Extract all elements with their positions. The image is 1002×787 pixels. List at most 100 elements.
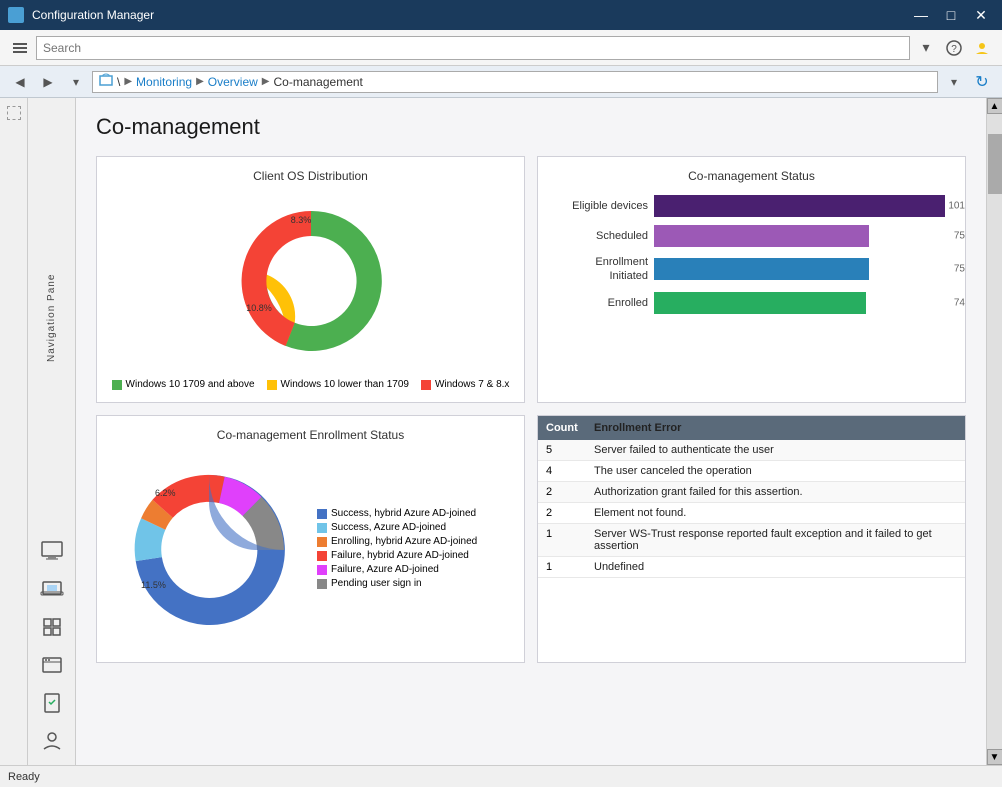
bar-wrap-enrolled: 74 xyxy=(654,292,945,314)
nav-icon-software[interactable] xyxy=(34,649,70,681)
client-os-legend: Windows 10 1709 and above Windows 10 low… xyxy=(112,379,510,390)
sidebar-collapse-panel xyxy=(0,98,28,765)
scroll-down-button[interactable]: ▼ xyxy=(987,749,1002,765)
user-icon[interactable] xyxy=(970,36,994,60)
main-container: Navigation Pane Co-management Client OS … xyxy=(0,98,1002,765)
breadcrumb-icon xyxy=(99,73,113,90)
menu-button[interactable] xyxy=(8,36,32,60)
header-count: Count xyxy=(546,422,586,434)
enrollment-svg: 74.0% 11.5% 6.2% xyxy=(109,450,309,650)
nav-icon-devices[interactable] xyxy=(34,573,70,605)
top-charts-grid: Client OS Distribution xyxy=(96,156,966,403)
refresh-button[interactable]: ↻ xyxy=(970,70,994,94)
forward-button[interactable]: ▶ xyxy=(36,70,60,94)
breadcrumb-overview[interactable]: Overview xyxy=(208,75,258,89)
bar-value-scheduled: 75 xyxy=(954,231,965,242)
scroll-track[interactable] xyxy=(987,114,1002,749)
breadcrumb-monitoring[interactable]: Monitoring xyxy=(136,75,192,89)
nav-dropdown-button[interactable]: ▾ xyxy=(64,70,88,94)
row-error-4: Server WS-Trust response reported fault … xyxy=(594,528,957,552)
enrollment-error-table: Count Enrollment Error 5 Server failed t… xyxy=(537,415,966,663)
window-controls: — □ ✕ xyxy=(908,5,994,25)
bottom-charts-grid: Co-management Enrollment Status xyxy=(96,415,966,663)
row-count-1: 4 xyxy=(546,465,586,477)
nav-icon-monitor[interactable] xyxy=(34,535,70,567)
bar-row-enrolled: Enrolled 74 xyxy=(558,292,945,314)
bar-value-enrollment: 75 xyxy=(954,264,965,275)
svg-text:80.8%: 80.8% xyxy=(326,263,352,273)
legend-label-orange: Enrolling, hybrid Azure AD-joined xyxy=(331,536,477,547)
bar-value-eligible: 101 xyxy=(948,201,965,212)
svg-text:74.0%: 74.0% xyxy=(216,560,242,570)
row-count-3: 2 xyxy=(546,507,586,519)
nav-icon-assets[interactable] xyxy=(34,611,70,643)
bar-fill-enrollment xyxy=(654,258,869,280)
table-row: 1 Undefined xyxy=(538,557,965,578)
client-os-chart-card: Client OS Distribution xyxy=(96,156,525,403)
breadcrumb-root: \ xyxy=(117,75,120,89)
legend-win10-above: Windows 10 1709 and above xyxy=(112,379,255,390)
row-error-3: Element not found. xyxy=(594,507,957,519)
nav-icon-compliance[interactable] xyxy=(34,687,70,719)
path-dropdown-button[interactable]: ▾ xyxy=(942,70,966,94)
bar-label-eligible: Eligible devices xyxy=(558,200,648,212)
legend-label-lightblue: Success, Azure AD-joined xyxy=(331,522,446,533)
scroll-thumb[interactable] xyxy=(988,134,1002,194)
legend-dot-gray xyxy=(317,579,327,589)
bar-fill-enrolled xyxy=(654,292,866,314)
table-row: 1 Server WS-Trust response reported faul… xyxy=(538,524,965,557)
row-count-0: 5 xyxy=(546,444,586,456)
legend-dot-pink xyxy=(317,565,327,575)
breadcrumb-comanagement: Co-management xyxy=(274,75,363,89)
enrollment-donut-wrap: 74.0% 11.5% 6.2% Success, hybrid Azure A… xyxy=(109,450,512,650)
row-count-4: 1 xyxy=(546,528,586,540)
bar-row-eligible: Eligible devices 101 xyxy=(558,195,945,217)
scroll-up-button[interactable]: ▲ xyxy=(987,98,1002,114)
nav-bar: ◀ ▶ ▾ \ ▶ Monitoring ▶ Overview ▶ Co-man… xyxy=(0,66,1002,98)
svg-text:6.2%: 6.2% xyxy=(155,488,176,498)
bar-label-scheduled: Scheduled xyxy=(558,230,648,242)
svg-text:10.8%: 10.8% xyxy=(246,303,272,313)
legend-dot-red xyxy=(421,380,431,390)
status-bar: Ready xyxy=(0,765,1002,787)
legend-success-hybrid: Success, hybrid Azure AD-joined xyxy=(317,508,477,519)
client-os-chart-title: Client OS Distribution xyxy=(109,169,512,183)
enrollment-chart-title: Co-management Enrollment Status xyxy=(109,428,512,442)
minimize-button[interactable]: — xyxy=(908,5,934,25)
error-table-header: Count Enrollment Error xyxy=(538,416,965,440)
left-nav: Navigation Pane xyxy=(28,98,76,765)
table-row: 2 Element not found. xyxy=(538,503,965,524)
enrollment-legend: Success, hybrid Azure AD-joined Success,… xyxy=(317,508,477,592)
back-button[interactable]: ◀ xyxy=(8,70,32,94)
legend-dot-darkred xyxy=(317,551,327,561)
legend-dot-yellow xyxy=(267,380,277,390)
legend-dot-green xyxy=(112,380,122,390)
maximize-button[interactable]: □ xyxy=(938,5,964,25)
table-row: 2 Authorization grant failed for this as… xyxy=(538,482,965,503)
app-title: Configuration Manager xyxy=(32,8,900,22)
legend-pending: Pending user sign in xyxy=(317,578,477,589)
collapse-icon[interactable] xyxy=(7,106,21,120)
bar-fill-scheduled xyxy=(654,225,869,247)
dropdown-arrow-icon[interactable]: ▾ xyxy=(914,36,938,60)
page-title: Co-management xyxy=(96,114,966,140)
nav-icon-users[interactable] xyxy=(34,725,70,757)
bar-fill-eligible xyxy=(654,195,945,217)
breadcrumb: \ ▶ Monitoring ▶ Overview ▶ Co-managemen… xyxy=(92,71,938,93)
row-error-0: Server failed to authenticate the user xyxy=(594,444,957,456)
row-error-2: Authorization grant failed for this asse… xyxy=(594,486,957,498)
enrollment-status-card: Co-management Enrollment Status xyxy=(96,415,525,663)
bar-value-enrolled: 74 xyxy=(954,297,965,308)
search-input[interactable] xyxy=(36,36,910,60)
legend-enrolling-hybrid: Enrolling, hybrid Azure AD-joined xyxy=(317,536,477,547)
help-icon[interactable]: ? xyxy=(942,36,966,60)
bar-label-enrollment: EnrollmentInitiated xyxy=(558,255,648,284)
close-button[interactable]: ✕ xyxy=(968,5,994,25)
svg-text:?: ? xyxy=(951,44,957,55)
legend-win7: Windows 7 & 8.x xyxy=(421,379,509,390)
row-error-5: Undefined xyxy=(594,561,957,573)
bar-wrap-eligible: 101 xyxy=(654,195,945,217)
scrollbar: ▲ ▼ xyxy=(986,98,1002,765)
legend-label-green: Windows 10 1709 and above xyxy=(126,379,255,390)
legend-label-gray: Pending user sign in xyxy=(331,578,422,589)
